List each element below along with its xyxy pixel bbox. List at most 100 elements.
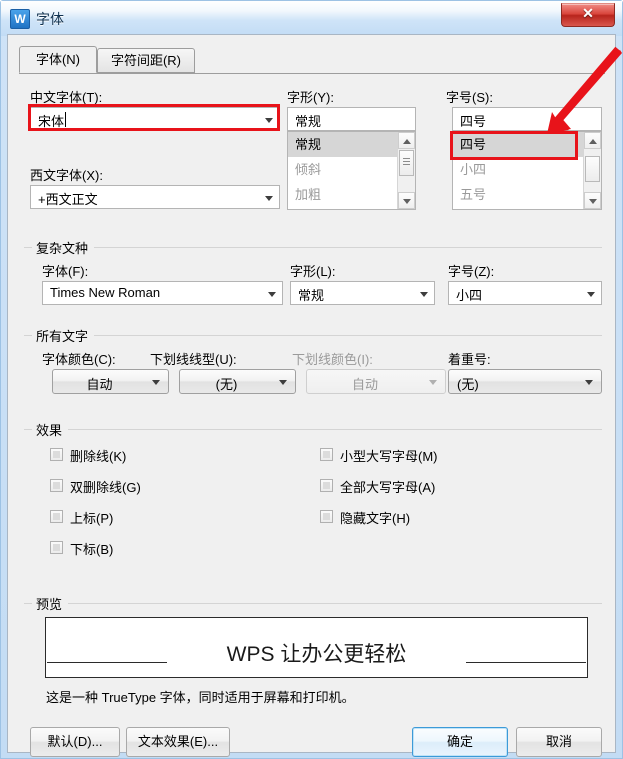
- ok-button-label: 确定: [446, 734, 473, 749]
- title-bar: W 字体 ✕: [1, 1, 622, 36]
- window-title: 字体: [36, 11, 64, 27]
- checkbox-label: 双删除线(G): [70, 480, 141, 495]
- checkbox-label: 小型大写字母(M): [340, 449, 438, 464]
- chinese-font-dropdown-arrow[interactable]: [260, 108, 279, 130]
- font-color-dropdown[interactable]: 自动: [52, 369, 169, 394]
- cs-font-label: 字体(F):: [42, 264, 89, 279]
- preview-note: 这是一种 TrueType 字体，同时适用于屏幕和打印机。: [46, 690, 355, 705]
- text-effects-button-label: 文本效果(E)...: [137, 734, 219, 749]
- font-style-value: 常规: [295, 114, 322, 129]
- scrollbar-thumb[interactable]: [399, 150, 414, 176]
- tab-font[interactable]: 字体(N): [19, 46, 97, 73]
- text-cursor: [65, 112, 66, 127]
- underline-style-label: 下划线线型(U):: [150, 352, 237, 367]
- group-line-left: [24, 429, 32, 430]
- checkbox-label: 全部大写字母(A): [340, 480, 436, 495]
- tab-character-spacing-label: 字符间距(R): [110, 53, 182, 68]
- chinese-font-input[interactable]: 宋体: [30, 107, 280, 131]
- ok-button[interactable]: 确定: [412, 727, 508, 757]
- chevron-down-icon: [152, 380, 160, 385]
- cs-style-dropdown-arrow[interactable]: [415, 282, 434, 304]
- font-size-label: 字号(S):: [446, 90, 493, 105]
- underline-style-dropdown[interactable]: (无): [179, 369, 296, 394]
- checkbox-box: [50, 479, 63, 492]
- chinese-font-label: 中文字体(T):: [30, 90, 103, 105]
- all-text-group: 所有文字 字体颜色(C): 下划线线型(U): 下划线颜色(I): 着重号: 自…: [24, 326, 602, 399]
- font-style-scrollbar[interactable]: [397, 132, 415, 209]
- list-item[interactable]: 小四: [453, 157, 601, 182]
- font-style-listbox[interactable]: 常规 倾斜 加粗: [287, 131, 416, 210]
- font-style-input[interactable]: 常规: [287, 107, 416, 131]
- list-item[interactable]: 五号: [453, 182, 601, 207]
- cs-size-dropdown-arrow[interactable]: [582, 282, 601, 304]
- scroll-down-icon[interactable]: [584, 192, 601, 209]
- preview-sample-text: WPS 让办公更轻松: [226, 643, 407, 666]
- cs-size-label: 字号(Z):: [448, 264, 495, 279]
- scroll-up-icon[interactable]: [584, 132, 601, 149]
- list-item[interactable]: 倾斜: [288, 157, 415, 182]
- underline-color-label: 下划线颜色(I):: [292, 352, 373, 367]
- default-button[interactable]: 默认(D)...: [30, 727, 120, 757]
- cs-font-dropdown-arrow[interactable]: [263, 282, 282, 304]
- cs-font-input[interactable]: Times New Roman: [42, 281, 283, 305]
- text-effects-button[interactable]: 文本效果(E)...: [126, 727, 230, 757]
- checkbox-box: [320, 448, 333, 461]
- checkbox-box: [320, 510, 333, 523]
- cs-size-value: 小四: [456, 288, 483, 303]
- group-line-left: [24, 247, 32, 248]
- preview-box: WPS 让办公更轻松: [45, 617, 588, 678]
- checkbox-label: 下标(B): [70, 542, 114, 557]
- western-font-dropdown-arrow[interactable]: [260, 186, 279, 208]
- list-item[interactable]: 常规: [288, 132, 415, 157]
- cancel-button[interactable]: 取消: [516, 727, 602, 757]
- cs-style-input[interactable]: 常规: [290, 281, 435, 305]
- font-size-input[interactable]: 四号: [452, 107, 602, 131]
- checkbox-box: [50, 541, 63, 554]
- group-line-left: [24, 335, 32, 336]
- checkbox-box: [50, 448, 63, 461]
- underline-color-value: 自动: [351, 377, 378, 392]
- cs-font-value: Times New Roman: [50, 285, 161, 300]
- checkbox-box: [50, 510, 63, 523]
- font-style-label: 字形(Y):: [287, 90, 334, 105]
- chinese-font-value: 宋体: [38, 114, 65, 129]
- dialog-client-area: 字体(N) 字符间距(R) 中文字体(T): 字形(Y): 字号(S): 宋体 …: [7, 34, 616, 757]
- scroll-up-icon[interactable]: [398, 132, 415, 149]
- checkbox-box: [320, 479, 333, 492]
- tab-font-label: 字体(N): [35, 52, 81, 67]
- all-text-group-title: 所有文字: [32, 326, 93, 345]
- chevron-down-icon: [429, 380, 437, 385]
- close-icon: ✕: [582, 7, 594, 22]
- font-color-value: 自动: [86, 377, 113, 392]
- group-line-right: [68, 429, 602, 430]
- cs-size-input[interactable]: 小四: [448, 281, 602, 305]
- complex-script-group-title: 复杂文种: [32, 238, 93, 257]
- western-font-value: +西文正文: [38, 192, 98, 207]
- group-line-right: [68, 603, 602, 604]
- checkbox-label: 上标(P): [70, 511, 114, 526]
- emphasis-mark-label: 着重号:: [448, 352, 491, 367]
- emphasis-mark-dropdown[interactable]: (无): [448, 369, 602, 394]
- scroll-down-icon[interactable]: [398, 192, 415, 209]
- font-size-value: 四号: [460, 114, 487, 129]
- tab-character-spacing[interactable]: 字符间距(R): [97, 48, 195, 73]
- group-line-right: [94, 247, 602, 248]
- list-item[interactable]: 加粗: [288, 182, 415, 207]
- default-button-label: 默认(D)...: [47, 734, 103, 749]
- chevron-down-icon: [279, 380, 287, 385]
- scrollbar-thumb[interactable]: [585, 156, 600, 182]
- wps-app-icon: W: [10, 9, 30, 29]
- list-item[interactable]: 四号: [453, 132, 601, 157]
- western-font-input[interactable]: +西文正文: [30, 185, 280, 209]
- group-line-right: [94, 335, 602, 336]
- checkbox-label: 删除线(K): [70, 449, 127, 464]
- emphasis-mark-value: (无): [457, 377, 479, 392]
- font-size-listbox[interactable]: 四号 小四 五号: [452, 131, 602, 210]
- font-size-scrollbar[interactable]: [583, 132, 601, 209]
- western-font-label: 西文字体(X):: [30, 168, 103, 183]
- underline-style-value: (无): [215, 377, 238, 392]
- close-button[interactable]: ✕: [561, 3, 615, 27]
- effects-group: 效果 删除线(K) 双删除线(G) 上标(P) 下标(B) 小型大写字母(M) …: [24, 420, 602, 561]
- complex-script-group: 复杂文种 字体(F): 字形(L): 字号(Z): Times New Roma…: [24, 238, 602, 309]
- underline-color-dropdown: 自动: [306, 369, 446, 394]
